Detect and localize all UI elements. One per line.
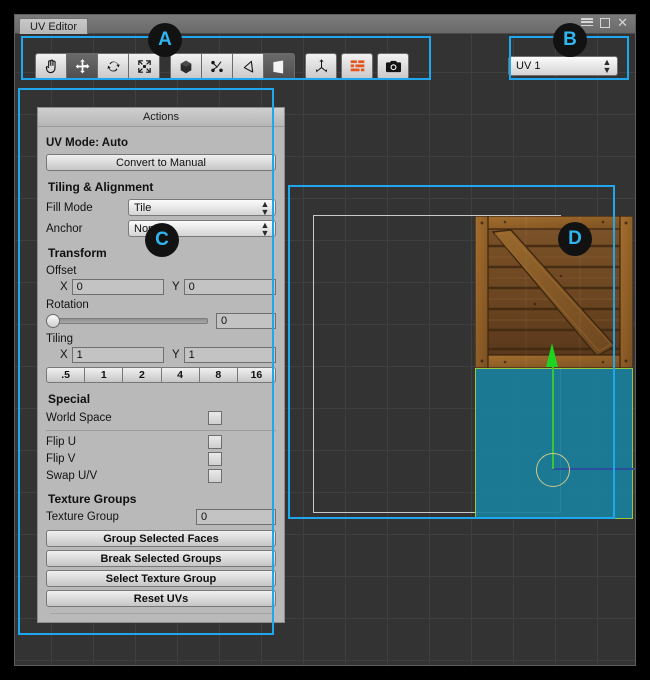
annotation-badge-d: D (558, 222, 592, 256)
screenshot-root: UV Editor ✕ (0, 0, 650, 680)
annotation-badge-b: B (553, 23, 587, 57)
window-controls: ✕ (581, 17, 628, 28)
window-tab-label: UV Editor (30, 21, 77, 33)
window-close-icon[interactable]: ✕ (617, 17, 628, 28)
annotation-badge-a-label: A (158, 29, 172, 51)
annotation-badge-d-label: D (568, 228, 582, 250)
window-titlebar: UV Editor ✕ (15, 15, 635, 34)
annotation-badge-c: C (145, 223, 179, 257)
annotation-badge-c-label: C (155, 229, 169, 251)
annotation-box-toolbar (21, 36, 431, 80)
annotation-badge-b-label: B (563, 29, 577, 51)
window-menu-icon[interactable] (581, 18, 593, 27)
annotation-box-panel (18, 88, 274, 635)
annotation-badge-a: A (148, 23, 182, 57)
window-maximize-icon[interactable] (600, 18, 610, 28)
